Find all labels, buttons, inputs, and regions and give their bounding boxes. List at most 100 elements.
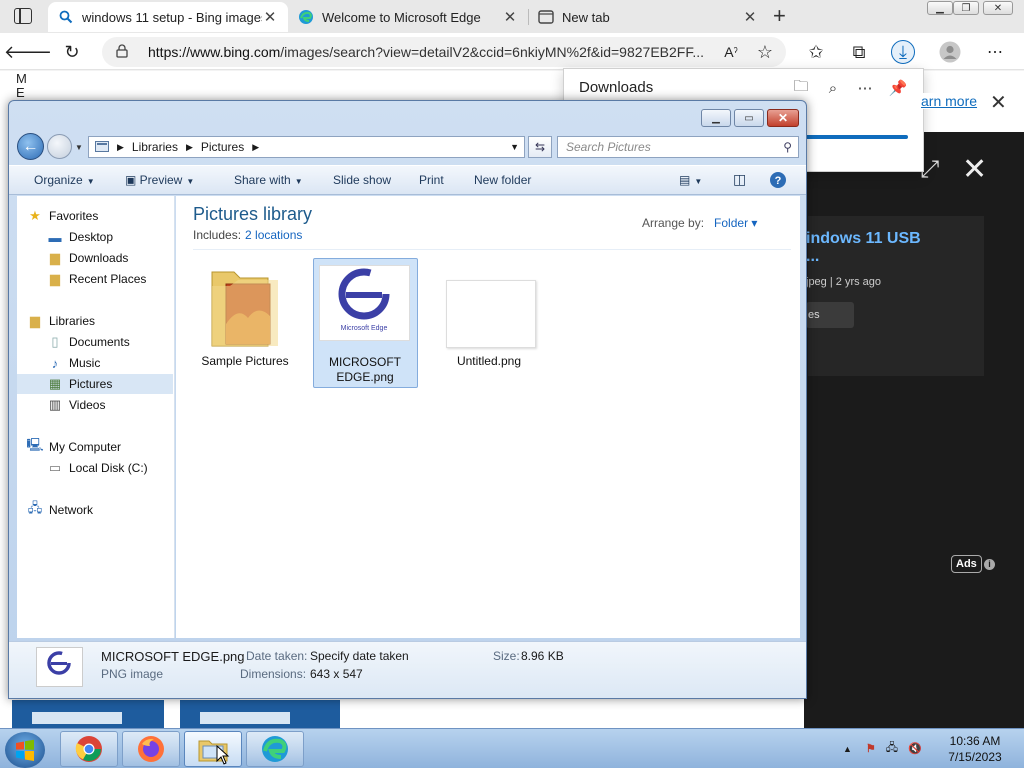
taskbar-clock[interactable]: 10:36 AM 7/15/2023 bbox=[940, 733, 1010, 765]
folder-icon bbox=[200, 264, 290, 350]
volume-muted-icon[interactable]: 🔇 bbox=[908, 742, 922, 755]
back-arrow-icon[interactable]: ← bbox=[17, 133, 44, 160]
network-alert-icon[interactable]: 🖧 bbox=[886, 739, 898, 758]
taskbar-chrome[interactable] bbox=[60, 731, 118, 767]
forward-arrow-icon[interactable] bbox=[47, 134, 72, 159]
taskbar-explorer[interactable] bbox=[184, 731, 242, 767]
breadcrumb-arrow-icon[interactable]: ▶ bbox=[252, 142, 259, 153]
new-tab-button[interactable]: + bbox=[773, 4, 786, 28]
arrange-by-dropdown[interactable]: Folder ▾ bbox=[714, 216, 757, 230]
taskbar-firefox[interactable] bbox=[122, 731, 180, 767]
add-favorite-icon[interactable]: ☆ bbox=[753, 40, 777, 64]
close-icon[interactable]: ✕ bbox=[262, 8, 278, 26]
system-tray: ▲ ⚑ 🖧 🔇 bbox=[843, 739, 922, 758]
minimize-button[interactable]: ▁ bbox=[701, 109, 731, 127]
result-title[interactable]: indows 11 USB bbox=[806, 230, 921, 248]
start-button[interactable] bbox=[5, 732, 45, 768]
close-icon[interactable]: ✕ bbox=[962, 152, 987, 187]
browser-tab-bar: windows 11 setup - Bing images ✕ Welcome… bbox=[0, 0, 1024, 33]
share-with-button[interactable]: Share with ▼ bbox=[234, 173, 303, 187]
url-field[interactable]: https://www.bing.com/images/search?view=… bbox=[102, 37, 786, 67]
svg-text:?: ? bbox=[775, 175, 782, 187]
search-icon[interactable]: ⌕ bbox=[822, 78, 844, 98]
library-icon bbox=[95, 140, 109, 155]
nav-network[interactable]: 🖧 Network bbox=[27, 500, 183, 520]
more-options-icon[interactable]: ⋯ bbox=[854, 78, 876, 98]
close-window-button[interactable]: ✕ bbox=[983, 1, 1013, 15]
library-title: Pictures library bbox=[193, 204, 313, 224]
taskbar-edge[interactable] bbox=[246, 731, 304, 767]
action-center-alert-icon[interactable]: ⚑ bbox=[866, 742, 876, 755]
nav-my-computer[interactable]: 🖳 My Computer bbox=[26, 437, 183, 457]
browser-address-bar: 🡐 ↻ https://www.bing.com/images/search?v… bbox=[0, 33, 1024, 70]
refresh-icon[interactable]: ⇆ bbox=[528, 136, 552, 158]
breadcrumb-arrow-icon[interactable]: ▶ bbox=[117, 142, 124, 153]
read-aloud-icon[interactable]: Aˀ bbox=[719, 40, 743, 64]
tab-bing-images[interactable]: windows 11 setup - Bing images ✕ bbox=[48, 2, 288, 32]
file-item-sample-pictures[interactable]: Sample Pictures bbox=[194, 258, 298, 388]
close-icon[interactable]: ✕ bbox=[502, 8, 518, 26]
profile-avatar[interactable] bbox=[938, 40, 962, 64]
license-graphic bbox=[32, 712, 122, 724]
collections-icon[interactable]: ⧉ bbox=[847, 40, 871, 64]
preview-button[interactable]: ▣ Preview ▼ bbox=[125, 173, 194, 187]
learn-more-link[interactable]: arn more bbox=[921, 93, 978, 109]
downloads-icon[interactable]: ⤓ bbox=[891, 40, 915, 64]
nav-favorites[interactable]: ★ Favorites bbox=[27, 206, 183, 226]
file-item-microsoft-edge[interactable]: Microsoft Edge MICROSOFT EDGE.png bbox=[313, 258, 418, 388]
ads-badge: Ads bbox=[951, 555, 982, 573]
tab-new-tab[interactable]: New tab ✕ bbox=[528, 2, 768, 32]
refresh-icon[interactable]: ↻ bbox=[60, 40, 84, 64]
favorites-icon[interactable]: ✩ bbox=[804, 40, 828, 64]
slide-show-button[interactable]: Slide show bbox=[333, 173, 391, 187]
size-label: Size: bbox=[493, 649, 520, 663]
back-arrow-icon[interactable]: 🡐 bbox=[4, 40, 52, 64]
hard-disk-icon: ▭ bbox=[48, 460, 62, 475]
organize-button[interactable]: Organize ▼ bbox=[34, 173, 95, 187]
maximize-button[interactable]: ▭ bbox=[734, 109, 764, 127]
firefox-icon bbox=[138, 736, 164, 762]
image-thumbnail[interactable] bbox=[12, 700, 164, 728]
locations-link[interactable]: 2 locations bbox=[245, 228, 302, 242]
tab-welcome-edge[interactable]: Welcome to Microsoft Edge ✕ bbox=[288, 2, 528, 32]
file-item-untitled[interactable]: Untitled.png bbox=[438, 258, 542, 388]
tab-title: Welcome to Microsoft Edge bbox=[322, 9, 481, 25]
pictures-icon: ▦ bbox=[48, 376, 62, 391]
settings-more-icon[interactable]: ⋯ bbox=[983, 40, 1007, 64]
breadcrumb-arrow-icon[interactable]: ▶ bbox=[186, 142, 193, 153]
pin-icon[interactable]: 📌 bbox=[887, 78, 909, 98]
new-folder-button[interactable]: New folder bbox=[474, 173, 531, 187]
file-name: Sample Pictures bbox=[201, 354, 289, 368]
help-icon[interactable]: ? bbox=[769, 171, 787, 192]
windows-logo-icon bbox=[16, 739, 34, 761]
preview-pane-icon[interactable]: ◫ bbox=[733, 171, 746, 188]
explorer-address-bar[interactable]: ▶ Libraries ▶ Pictures ▶ ▼ bbox=[88, 136, 525, 158]
image-thumbnail[interactable] bbox=[180, 700, 340, 728]
nav-libraries[interactable]: ▆ Libraries bbox=[27, 311, 183, 331]
visit-site-button[interactable]: es bbox=[806, 302, 854, 328]
clock-date: 7/15/2023 bbox=[948, 750, 1002, 764]
tab-actions-icon[interactable] bbox=[14, 8, 32, 24]
nav-pictures[interactable]: ▦ Pictures bbox=[17, 374, 173, 394]
search-placeholder: Search Pictures bbox=[566, 140, 651, 154]
close-icon[interactable]: ✕ bbox=[742, 8, 758, 26]
open-folder-icon[interactable]: 🗀 bbox=[790, 78, 812, 98]
search-icon: ⚲ bbox=[783, 140, 792, 154]
image-thumbnail bbox=[446, 280, 536, 348]
breadcrumb-libraries[interactable]: Libraries bbox=[132, 140, 178, 154]
minimize-button[interactable]: ▁ bbox=[927, 1, 953, 15]
search-input[interactable]: Search Pictures ⚲ bbox=[557, 136, 799, 158]
print-button[interactable]: Print bbox=[419, 173, 444, 187]
close-icon[interactable]: ✕ bbox=[990, 90, 1007, 115]
show-hidden-icons-icon[interactable]: ▲ bbox=[843, 744, 852, 754]
chevron-down-icon[interactable]: ▼ bbox=[510, 142, 519, 152]
recent-pages-chevron-icon[interactable]: ▼ bbox=[75, 143, 83, 152]
view-options-icon[interactable]: ▤ ▼ bbox=[679, 173, 702, 187]
restore-button[interactable]: ❐ bbox=[953, 1, 979, 15]
info-icon[interactable]: i bbox=[984, 559, 995, 570]
dimensions-label: Dimensions: bbox=[240, 667, 307, 681]
close-window-button[interactable]: ✕ bbox=[767, 109, 799, 127]
download-progress-bar bbox=[804, 135, 908, 139]
date-taken-value[interactable]: Specify date taken bbox=[310, 649, 409, 663]
breadcrumb-pictures[interactable]: Pictures bbox=[201, 140, 244, 154]
